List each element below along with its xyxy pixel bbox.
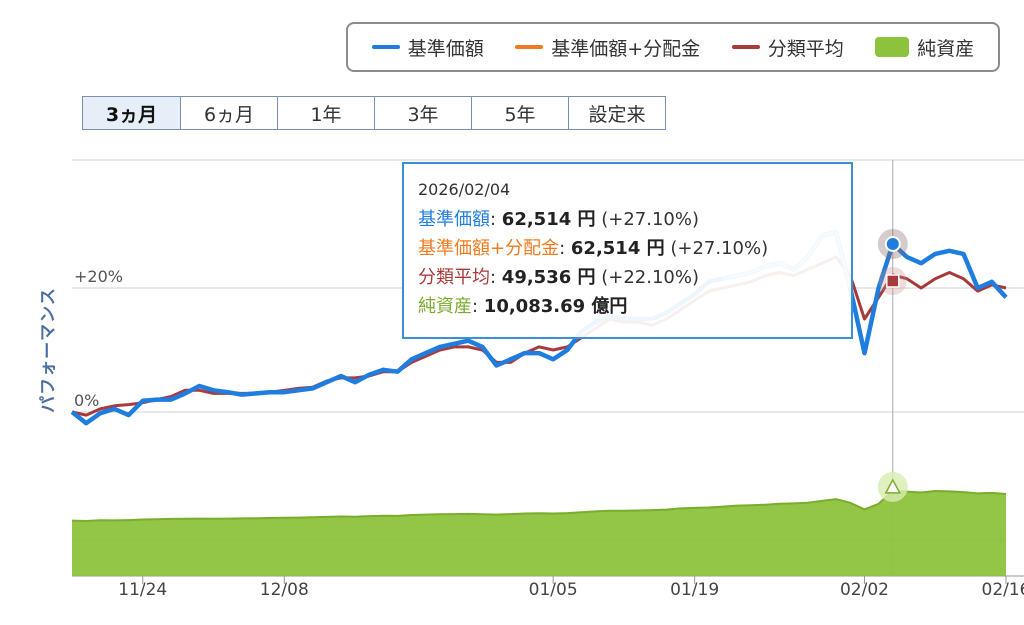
tooltip-value: 62,514 円 bbox=[501, 209, 596, 230]
range-selector: 3ヵ月 6ヵ月 1年 3年 5年 設定来 bbox=[82, 96, 666, 130]
range-button[interactable]: 6ヵ月 bbox=[180, 97, 277, 129]
legend-item[interactable]: 基準価額+分配金 bbox=[515, 34, 700, 61]
legend-swatch-line bbox=[515, 45, 544, 49]
tooltip-row: 分類平均: 49,536 円 (+22.10%) bbox=[418, 263, 837, 292]
range-button[interactable]: 3年 bbox=[374, 97, 471, 129]
range-button[interactable]: 設定来 bbox=[568, 97, 665, 129]
tooltip-change: (+27.10%) bbox=[664, 238, 769, 259]
x-tick-label: 12/08 bbox=[260, 580, 309, 600]
x-tick-label: 02/16 bbox=[982, 580, 1024, 600]
legend-label: 純資産 bbox=[917, 37, 975, 60]
tooltip-separator: : bbox=[559, 238, 571, 259]
tooltip-row: 基準価額: 62,514 円 (+27.10%) bbox=[418, 205, 837, 234]
tooltip-value: 62,514 円 bbox=[570, 238, 665, 259]
tooltip-row: 基準価額+分配金: 62,514 円 (+27.10%) bbox=[418, 234, 837, 263]
net-assets-fill bbox=[72, 490, 1006, 576]
net-assets-area bbox=[71, 489, 1007, 576]
x-tick-label: 01/05 bbox=[529, 580, 578, 600]
y-axis-label: パフォーマンス bbox=[38, 287, 59, 413]
tooltip-value: 49,536 円 bbox=[501, 267, 596, 288]
data-tooltip: 2026/02/04 基準価額: 62,514 円 (+27.10%) 基準価額+… bbox=[402, 162, 853, 339]
tooltip-date: 2026/02/04 bbox=[418, 180, 511, 199]
legend-item[interactable]: 基準価額 bbox=[371, 34, 484, 61]
range-button[interactable]: 3ヵ月 bbox=[83, 97, 180, 129]
legend-label: 分類平均 bbox=[767, 37, 844, 60]
x-tick-label: 11/24 bbox=[118, 580, 167, 600]
tooltip-label: 純資産 bbox=[418, 296, 472, 317]
nav-marker bbox=[884, 235, 901, 252]
tooltip-separator: : bbox=[490, 267, 502, 288]
legend-item[interactable]: 純資産 bbox=[875, 34, 974, 61]
tooltip-separator: : bbox=[490, 209, 502, 230]
legend-swatch-line bbox=[371, 45, 400, 49]
legend-swatch-box bbox=[875, 37, 910, 57]
tooltip-change: (+22.10%) bbox=[595, 267, 700, 288]
x-tick-label: 02/02 bbox=[840, 580, 889, 600]
range-button[interactable]: 5年 bbox=[471, 97, 568, 129]
tooltip-change: (+27.10%) bbox=[595, 209, 700, 230]
tooltip-label: 分類平均 bbox=[418, 267, 490, 288]
tooltip-value: 10,083.69 億円 bbox=[483, 296, 628, 317]
y-tick-label: 0% bbox=[74, 391, 99, 410]
tooltip-label: 基準価額 bbox=[418, 209, 490, 230]
tooltip-row: 純資産: 10,083.69 億円 bbox=[418, 292, 837, 321]
y-tick-label: +20% bbox=[74, 267, 123, 286]
x-tick-label: 01/19 bbox=[670, 580, 719, 600]
legend-label: 基準価額 bbox=[407, 37, 484, 60]
tooltip-label: 基準価額+分配金 bbox=[418, 238, 560, 259]
average-marker bbox=[886, 274, 900, 288]
legend-item[interactable]: 分類平均 bbox=[731, 34, 844, 61]
legend-label: 基準価額+分配金 bbox=[551, 37, 701, 60]
range-button[interactable]: 1年 bbox=[277, 97, 374, 129]
tooltip-separator: : bbox=[472, 296, 484, 317]
chart-legend: 基準価額 基準価額+分配金 分類平均 純資産 bbox=[346, 22, 1000, 72]
legend-swatch-line bbox=[731, 45, 760, 49]
